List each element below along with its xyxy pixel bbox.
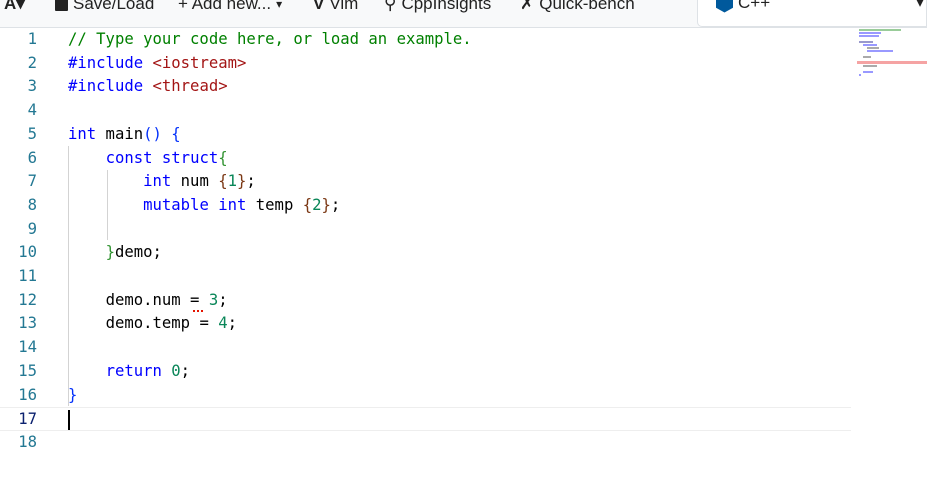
code-line: const struct{	[68, 147, 228, 171]
current-line-highlight: 17	[0, 407, 851, 431]
code-line: #include <iostream>	[68, 52, 246, 76]
code-token: #include	[68, 77, 144, 96]
save-load-button[interactable]: Save/Load	[55, 0, 154, 14]
code-token: 2	[312, 195, 322, 214]
code-token: #include	[68, 53, 144, 72]
code-token: ;	[246, 172, 256, 191]
error-squiggle	[193, 306, 203, 312]
code-token: int	[143, 172, 172, 191]
save-load-label: Save/Load	[73, 0, 155, 13]
code-token: {	[218, 148, 228, 167]
code-line: int num {1};	[68, 170, 256, 194]
minimap[interactable]	[857, 28, 927, 88]
code-token: 3	[208, 290, 219, 309]
code-line: demo.num = 3;	[68, 289, 228, 313]
code-token: mutable	[143, 195, 209, 214]
line-number: 14	[18, 338, 37, 357]
code-line: #include <thread>	[68, 75, 228, 99]
chevron-down-icon: ▾	[276, 0, 283, 11]
code-token: main	[96, 124, 144, 143]
code-line: }demo;	[68, 241, 162, 265]
line-number: 8	[27, 195, 37, 214]
code-token: 4	[218, 314, 228, 333]
font-label: A▾	[4, 0, 25, 13]
code-token: ;	[180, 361, 191, 380]
code-token: // Type your code here, or load an examp…	[68, 30, 472, 48]
text-cursor	[68, 410, 70, 430]
search-icon: ⚲	[384, 0, 397, 13]
line-number: 4	[27, 101, 37, 120]
code-token: }	[321, 195, 331, 214]
code-line: }	[68, 384, 77, 408]
font-size-button[interactable]: A▾	[4, 0, 25, 14]
line-number: 15	[18, 361, 37, 380]
line-number: 3	[27, 77, 37, 96]
code-line: return 0;	[68, 360, 191, 384]
code-token: num	[171, 172, 219, 191]
line-number: 18	[18, 432, 37, 451]
code-line: demo.temp = 4;	[68, 312, 237, 336]
vim-button[interactable]: V Vim	[313, 0, 358, 14]
line-number: 6	[27, 148, 37, 167]
code-token: int	[68, 124, 97, 143]
code-token: {	[161, 124, 181, 143]
quick-bench-label: Quick-bench	[539, 0, 635, 13]
line-number: 7	[27, 172, 37, 191]
code-token: temp	[246, 195, 303, 214]
code-line: int main() {	[68, 123, 181, 147]
line-number: 2	[27, 53, 37, 72]
line-number: 9	[27, 219, 37, 238]
language-select[interactable]: C++ ▾	[697, 0, 927, 27]
line-number: 1	[27, 30, 37, 48]
code-token: {	[218, 172, 228, 191]
code-token: ;	[227, 314, 238, 333]
line-number: 16	[18, 385, 37, 404]
code-line: mutable int temp {2};	[68, 194, 340, 218]
code-token: return	[105, 361, 172, 380]
code-token: <thread>	[152, 77, 228, 96]
line-number: 17	[18, 410, 37, 429]
line-number: 10	[18, 243, 37, 262]
stopwatch-icon: ✗	[520, 0, 535, 13]
add-new-button[interactable]: + Add new... ▾	[178, 0, 282, 14]
code-token: demo;	[114, 243, 162, 262]
code-token: {	[302, 195, 313, 214]
code-token: 1	[227, 172, 238, 191]
code-token: }	[237, 172, 247, 191]
line-number: 5	[27, 124, 37, 143]
line-number: 12	[18, 290, 37, 309]
add-new-label: + Add new...	[178, 0, 272, 13]
code-token: }	[68, 385, 78, 404]
code-token: ;	[218, 290, 228, 309]
code-token: ;	[330, 195, 341, 214]
line-number: 11	[18, 267, 37, 285]
cppinsights-label: CppInsights	[401, 0, 492, 13]
code-token: int	[208, 195, 247, 214]
vim-icon: V	[313, 0, 325, 13]
code-line: // Type your code here, or load an examp…	[68, 28, 472, 52]
toolbar: A▾ Save/Load + Add new... ▾ V Vim ⚲ CppInsi…	[0, 0, 927, 28]
cpp-logo-icon	[716, 0, 733, 13]
save-icon	[55, 0, 68, 11]
chevron-down-icon: ▾	[915, 0, 924, 11]
cppinsights-button[interactable]: ⚲ CppInsights	[384, 0, 491, 14]
language-label: C++	[738, 0, 771, 12]
line-number: 13	[18, 314, 37, 333]
code-editor[interactable]: 1 // Type your code here, or load an exam…	[0, 28, 927, 482]
code-token: struct	[152, 148, 219, 167]
code-token: 0	[171, 361, 181, 380]
quick-bench-button[interactable]: ✗ Quick-bench	[520, 0, 635, 14]
code-token: const	[105, 148, 153, 167]
code-token: <iostream>	[152, 53, 247, 72]
vim-label: Vim	[329, 0, 359, 13]
code-token: demo.temp =	[105, 314, 219, 333]
code-token: ()	[143, 124, 162, 143]
code-token: }	[105, 243, 115, 262]
